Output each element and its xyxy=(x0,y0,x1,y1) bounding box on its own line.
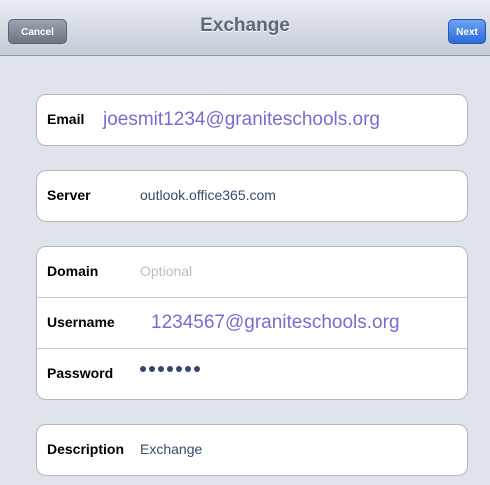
password-mask-dot xyxy=(149,366,155,372)
page-title: Exchange xyxy=(200,15,290,36)
next-button[interactable]: Next xyxy=(448,19,486,44)
description-field[interactable]: Exchange xyxy=(140,441,202,457)
password-mask-dot xyxy=(158,366,164,372)
email-group: Email joesmit1234@graniteschools.org xyxy=(36,94,468,146)
password-field[interactable] xyxy=(140,366,200,372)
account-group: Domain Optional Username 1234567@granite… xyxy=(36,246,468,400)
password-mask-dot xyxy=(167,366,173,372)
server-label: Server xyxy=(47,187,91,203)
password-label: Password xyxy=(47,365,114,381)
domain-field[interactable]: Optional xyxy=(140,263,192,279)
password-mask-dot xyxy=(176,366,182,372)
description-group: Description Exchange xyxy=(36,424,468,476)
password-mask-dot xyxy=(194,366,200,372)
navigation-bar: Cancel Exchange Next xyxy=(0,0,490,56)
domain-label: Domain xyxy=(47,263,99,279)
domain-row[interactable]: Domain Optional xyxy=(37,247,467,297)
password-mask-dot xyxy=(185,366,191,372)
email-row[interactable]: Email joesmit1234@graniteschools.org xyxy=(37,95,467,145)
description-row[interactable]: Description Exchange xyxy=(37,425,467,475)
server-group: Server outlook.office365.com xyxy=(36,170,468,222)
email-label: Email xyxy=(47,111,85,127)
server-row[interactable]: Server outlook.office365.com xyxy=(37,171,467,221)
description-label: Description xyxy=(47,441,125,457)
server-field[interactable]: outlook.office365.com xyxy=(140,187,276,203)
password-row[interactable]: Password xyxy=(37,348,467,399)
username-field[interactable]: 1234567@graniteschools.org xyxy=(121,300,421,346)
email-field[interactable]: joesmit1234@graniteschools.org xyxy=(97,97,457,143)
username-row[interactable]: Username 1234567@graniteschools.org xyxy=(37,297,467,348)
username-label: Username xyxy=(47,314,115,330)
password-mask-dot xyxy=(140,366,146,372)
